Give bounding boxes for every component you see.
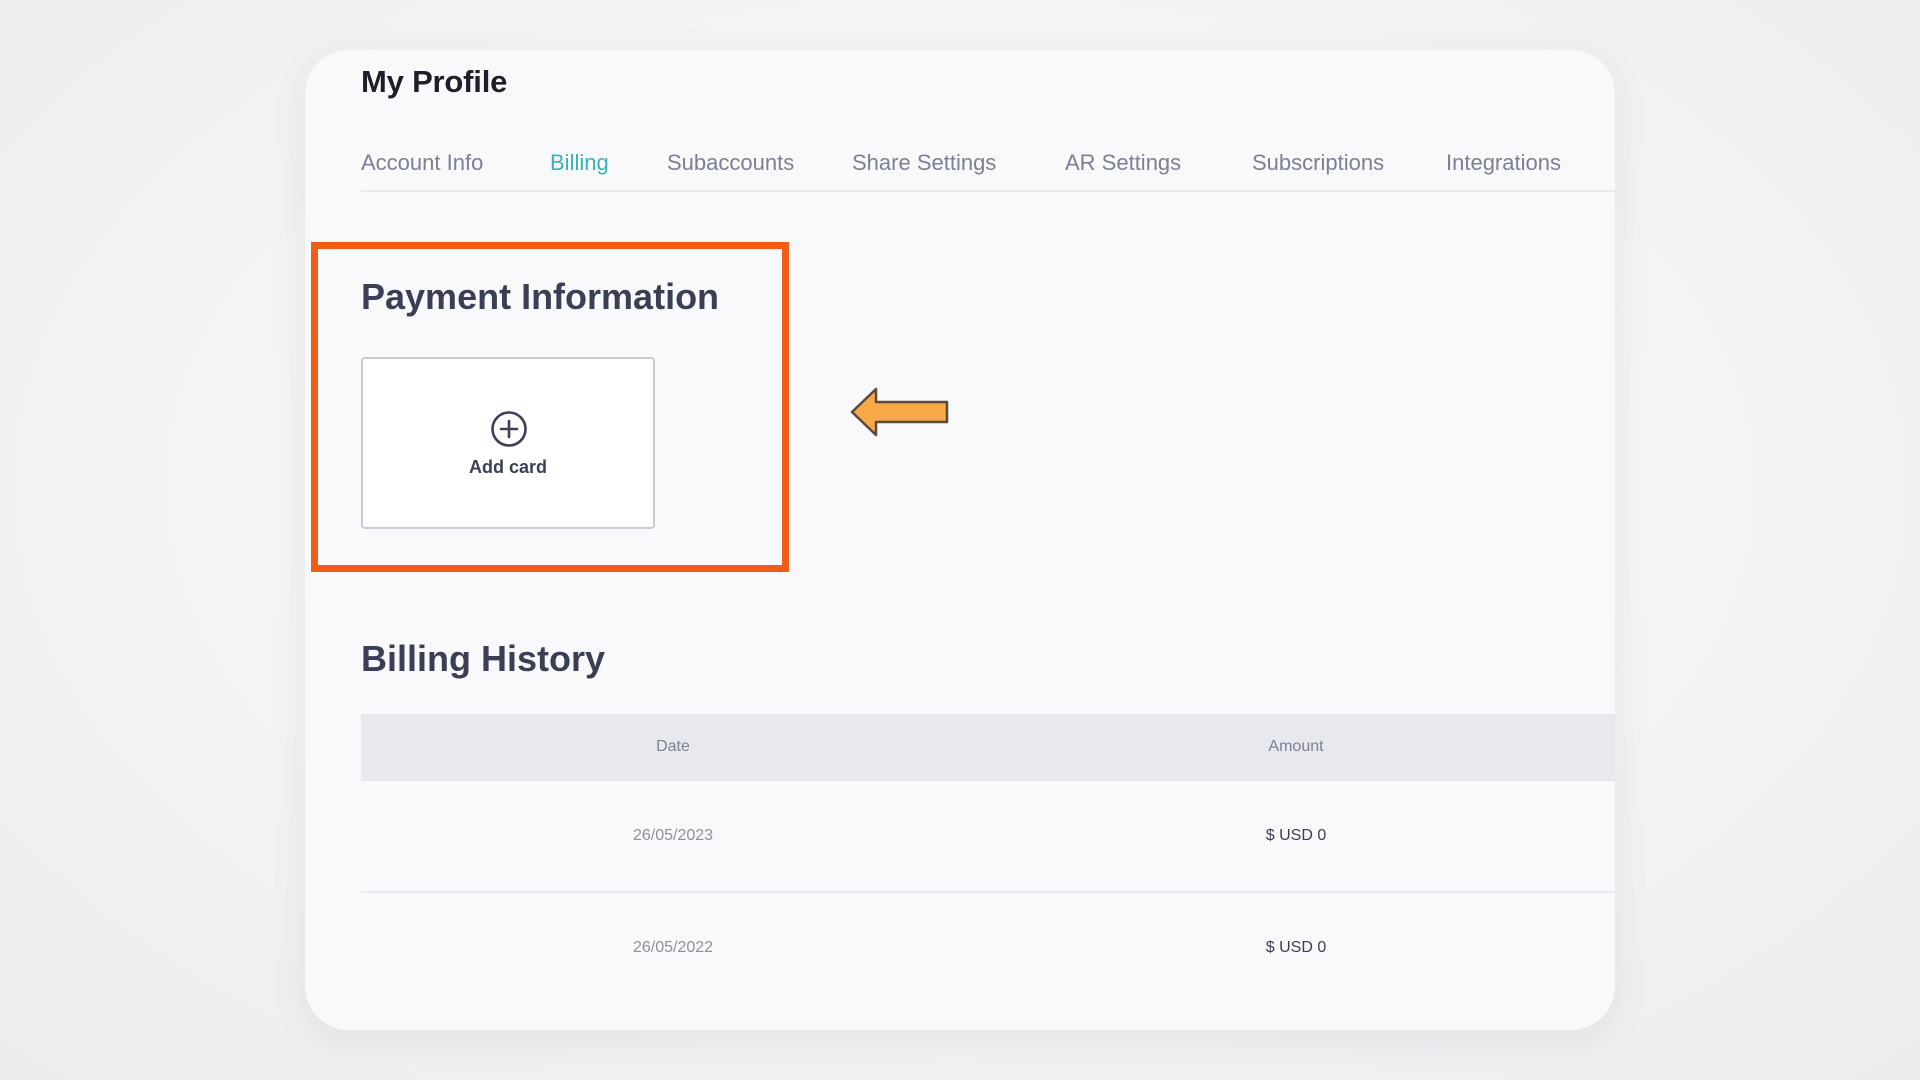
table-header: Date Amount bbox=[361, 714, 1615, 781]
plus-circle-icon bbox=[491, 411, 527, 447]
billing-history-table: Date Amount 26/05/2023 $ USD 0 26/05/202… bbox=[361, 714, 1615, 1003]
tab-subaccounts[interactable]: Subaccounts bbox=[667, 150, 794, 176]
profile-tabs: Account Info Billing Subaccounts Share S… bbox=[361, 150, 1615, 192]
tab-account-info[interactable]: Account Info bbox=[361, 150, 483, 176]
left-arrow-icon bbox=[850, 387, 949, 437]
tab-subscriptions[interactable]: Subscriptions bbox=[1252, 150, 1384, 176]
page-title: My Profile bbox=[361, 64, 508, 99]
add-card-label: Add card bbox=[468, 457, 547, 477]
billing-history-title: Billing History bbox=[361, 638, 606, 679]
row-date: 26/05/2022 bbox=[632, 939, 714, 956]
column-header-date: Date bbox=[656, 738, 690, 755]
table-row: 26/05/2022 $ USD 0 bbox=[361, 893, 1615, 1003]
row-amount: $ USD 0 bbox=[1265, 939, 1327, 956]
column-header-amount: Amount bbox=[1268, 738, 1324, 755]
profile-card: My Profile Account Info Billing Subaccou… bbox=[305, 50, 1615, 1030]
add-card-button[interactable]: Add card bbox=[361, 357, 655, 529]
tab-ar-settings[interactable]: AR Settings bbox=[1065, 150, 1181, 176]
payment-information-title: Payment Information bbox=[361, 276, 720, 317]
row-amount: $ USD 0 bbox=[1265, 827, 1327, 844]
tab-integrations[interactable]: Integrations bbox=[1446, 150, 1561, 176]
table-row: 26/05/2023 $ USD 0 bbox=[361, 781, 1615, 893]
tab-billing[interactable]: Billing bbox=[550, 150, 609, 176]
row-date: 26/05/2023 bbox=[632, 827, 714, 844]
tab-share-settings[interactable]: Share Settings bbox=[852, 150, 996, 176]
